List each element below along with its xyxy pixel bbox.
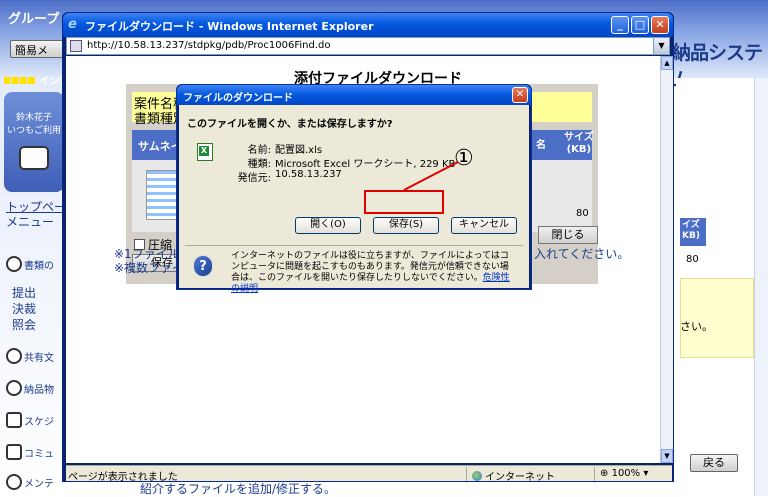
- annotation-pointer: [403, 161, 459, 191]
